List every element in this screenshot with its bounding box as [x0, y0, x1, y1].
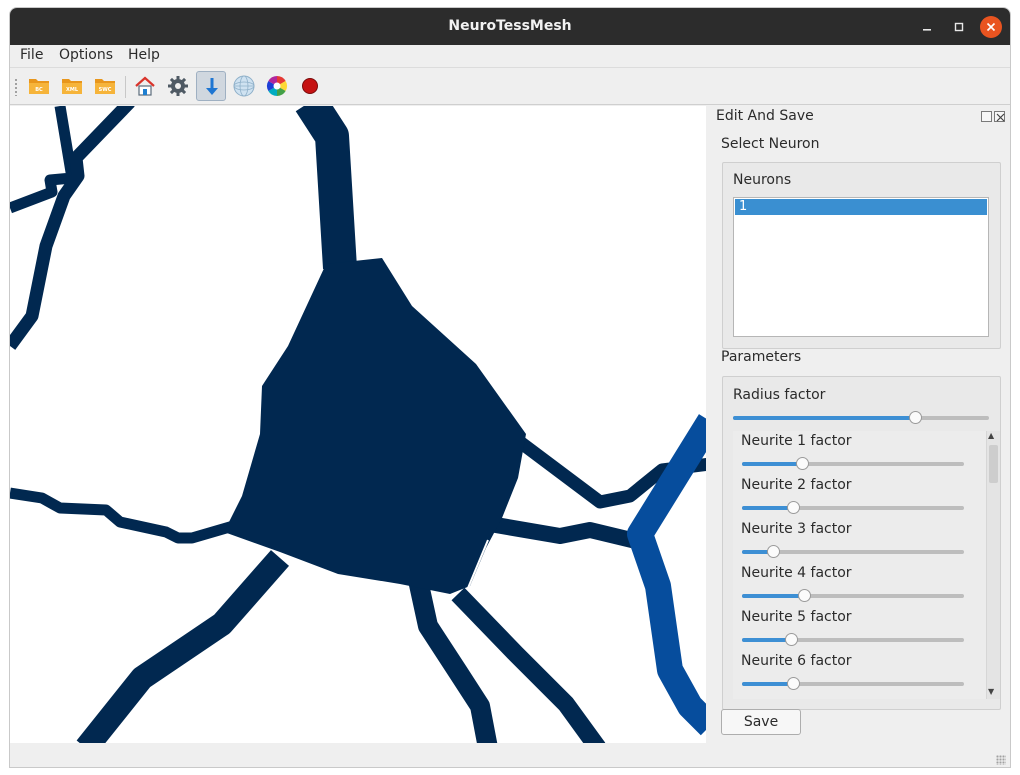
focus-button[interactable]	[196, 71, 226, 101]
close-button[interactable]	[980, 16, 1002, 38]
toolbar: BC XML SWC	[10, 67, 1010, 105]
open-swc-button[interactable]: SWC	[90, 71, 120, 101]
toolbar-grip[interactable]	[14, 78, 18, 96]
slider-handle[interactable]	[785, 633, 798, 646]
slider-fill	[742, 638, 791, 642]
menu-options[interactable]: Options	[59, 47, 113, 63]
svg-text:SWC: SWC	[99, 87, 112, 93]
dock-close-button[interactable]	[994, 111, 1005, 122]
menu-bar: File Options Help	[10, 45, 1010, 67]
record-icon	[302, 78, 318, 94]
slider-handle[interactable]	[909, 411, 922, 424]
slider-fill	[733, 416, 915, 420]
close-icon	[986, 22, 996, 32]
scroll-up-icon[interactable]: ▲	[988, 431, 994, 440]
title-bar[interactable]: NeuroTessMesh	[10, 8, 1010, 45]
dendrite	[10, 487, 242, 544]
maximize-button[interactable]	[948, 16, 970, 38]
record-button[interactable]	[295, 71, 325, 101]
toolbar-separator	[125, 76, 126, 98]
neuron-list[interactable]: 1	[733, 197, 989, 337]
neurite-4-label: Neurite 4 factor	[741, 565, 852, 581]
menu-file[interactable]: File	[20, 47, 43, 63]
slider-fill	[742, 682, 793, 686]
slider-handle[interactable]	[767, 545, 780, 558]
slider-fill	[742, 462, 802, 466]
slider-handle[interactable]	[787, 677, 800, 690]
menu-help[interactable]: Help	[128, 47, 160, 63]
select-neuron-label: Select Neuron	[721, 136, 820, 152]
maximize-icon	[954, 22, 964, 32]
open-bc-button[interactable]: BC	[24, 71, 54, 101]
neurite-1-label: Neurite 1 factor	[741, 433, 852, 449]
dendrite	[295, 106, 357, 270]
select-neuron-group: Neurons 1	[722, 162, 1001, 349]
svg-text:XML: XML	[66, 87, 79, 93]
neurons-label: Neurons	[733, 172, 792, 188]
neuron-mesh-render	[10, 106, 706, 743]
sphere-icon	[233, 75, 255, 97]
dock-title: Edit And Save	[716, 108, 814, 124]
parameters-label: Parameters	[721, 349, 802, 365]
close-icon	[996, 113, 1005, 122]
neurite-5-slider[interactable]	[742, 633, 964, 646]
folder-swc-icon: SWC	[95, 79, 115, 94]
window-title: NeuroTessMesh	[448, 18, 572, 34]
slider-handle[interactable]	[787, 501, 800, 514]
axon	[627, 414, 706, 736]
scroll-thumb[interactable]	[989, 445, 998, 483]
list-item[interactable]: 1	[735, 199, 987, 215]
neurite-6-slider[interactable]	[742, 677, 964, 690]
status-bar	[10, 743, 1010, 767]
home-button[interactable]	[130, 71, 160, 101]
neurite-scroll-area[interactable]: Neurite 1 factor Neurite 2 factor Neurit…	[733, 431, 986, 699]
scroll-down-icon[interactable]: ▼	[988, 687, 994, 696]
sphere-button[interactable]	[229, 71, 259, 101]
dendrite	[488, 516, 642, 550]
neurite-6-label: Neurite 6 factor	[741, 653, 852, 669]
radius-factor-slider[interactable]	[733, 411, 989, 424]
dock-float-button[interactable]	[981, 111, 992, 122]
slider-fill	[742, 506, 793, 510]
radius-factor-label: Radius factor	[733, 387, 826, 403]
dendrite	[76, 550, 290, 743]
color-button[interactable]	[262, 71, 292, 101]
open-xml-button[interactable]: XML	[57, 71, 87, 101]
folder-xml-icon: XML	[62, 79, 82, 94]
neurite-1-slider[interactable]	[742, 457, 964, 470]
resize-grip[interactable]	[996, 755, 1006, 765]
neurite-2-slider[interactable]	[742, 501, 964, 514]
neurite-3-label: Neurite 3 factor	[741, 521, 852, 537]
soma	[224, 258, 526, 594]
minimize-button[interactable]	[916, 16, 938, 38]
edit-and-save-dock: Edit And Save Select Neuron Neurons 1 Pa…	[706, 106, 1010, 743]
gear-icon	[168, 76, 188, 96]
neurite-4-slider[interactable]	[742, 589, 964, 602]
folder-bc-icon: BC	[29, 79, 49, 94]
settings-button[interactable]	[163, 71, 193, 101]
minimize-icon	[923, 29, 931, 31]
color-wheel-icon	[267, 76, 287, 96]
parameters-group: Radius factor Neurite 1 factor Neurite 2…	[722, 376, 1001, 710]
save-button[interactable]: Save	[721, 709, 801, 735]
slider-handle[interactable]	[798, 589, 811, 602]
neurite-2-label: Neurite 2 factor	[741, 477, 852, 493]
neurite-5-label: Neurite 5 factor	[741, 609, 852, 625]
svg-text:BC: BC	[35, 87, 43, 93]
home-icon	[135, 76, 155, 96]
down-arrow-icon	[206, 78, 218, 95]
neurite-scrollbar[interactable]: ▲ ▼	[986, 431, 1000, 699]
app-window: NeuroTessMesh File Options Help BC XML S…	[10, 8, 1010, 767]
slider-handle[interactable]	[796, 457, 809, 470]
slider-fill	[742, 594, 804, 598]
neurite-3-slider[interactable]	[742, 545, 964, 558]
render-viewport[interactable]	[10, 106, 706, 743]
